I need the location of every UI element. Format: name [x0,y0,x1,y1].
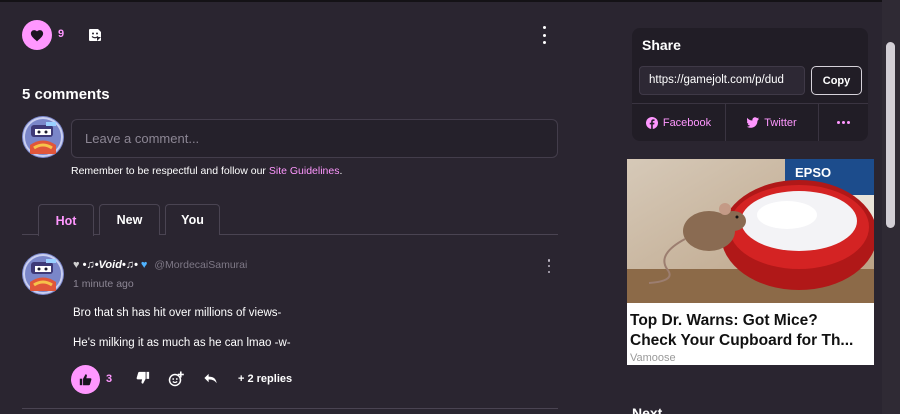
thumbs-up-icon [79,374,92,386]
svg-text:EPSO: EPSO [795,165,831,180]
comment-timestamp[interactable]: 1 minute ago [73,278,134,290]
next-heading: Next [632,405,663,414]
comment-text-line: Bro that sh has hit over millions of vie… [73,307,282,319]
more-horizontal-icon [837,121,850,124]
ad-image[interactable]: EPSO [627,159,874,303]
comment-like-button[interactable] [71,365,100,394]
comment-author[interactable]: ♥ •♫•Void•♫• ♥ @MordecaiSamurai [73,259,247,271]
share-title: Share [642,37,681,53]
tab-hot[interactable]: Hot [38,204,94,236]
reply-icon[interactable] [203,371,219,387]
comments-heading: 5 comments [22,86,110,103]
facebook-label: Facebook [662,116,712,129]
site-guidelines-link[interactable]: Site Guidelines [269,165,340,177]
share-facebook-button[interactable]: Facebook [632,104,725,141]
ad-source[interactable]: Vamoose [630,352,676,364]
twitter-icon [747,117,760,128]
comment-more-options-icon[interactable] [544,259,554,273]
facebook-icon [645,116,658,129]
tab-new[interactable]: New [99,204,160,235]
twitter-label: Twitter [764,116,797,129]
blue-heart-icon: ♥ [140,259,148,271]
comment-input[interactable]: Leave a comment... [71,119,558,158]
add-reaction-icon[interactable] [168,371,184,387]
comment-author-avatar[interactable] [22,253,64,295]
current-user-avatar[interactable] [22,116,64,158]
comment-author-name[interactable]: •♫•Void•♫• [83,259,138,271]
guidelines-text: Remember to be respectful and follow our… [71,165,343,177]
heart-icon [30,29,44,41]
ad-headline[interactable]: Top Dr. Warns: Got Mice? Check Your Cupb… [630,311,874,351]
share-panel: Share https://gamejolt.com/p/dud Copy Fa… [632,28,868,141]
grey-heart-icon: ♥ [73,259,80,271]
share-url-field[interactable]: https://gamejolt.com/p/dud [639,66,805,95]
post-like-button[interactable] [22,20,52,50]
share-twitter-button[interactable]: Twitter [726,104,818,141]
comment-divider [22,408,558,409]
tab-you[interactable]: You [165,204,220,235]
copy-button[interactable]: Copy [811,66,862,95]
comment-author-handle[interactable]: @MordecaiSamurai [154,259,247,271]
top-border [0,0,900,2]
share-more-button[interactable] [819,104,868,141]
thumbs-down-icon[interactable] [136,371,152,387]
comment-text-line: He's milking it as much as he can lmao -… [73,337,291,349]
comment-replies-link[interactable]: + 2 replies [238,373,292,385]
comment-like-count: 3 [106,373,113,385]
sticker-icon[interactable] [87,27,103,43]
post-like-count: 9 [58,28,65,40]
advertisement[interactable]: EPSO Top Dr. Warns: Got Mice? Check Your… [627,159,874,365]
post-more-options-icon[interactable] [537,26,551,44]
scrollbar-thumb[interactable] [886,42,895,228]
